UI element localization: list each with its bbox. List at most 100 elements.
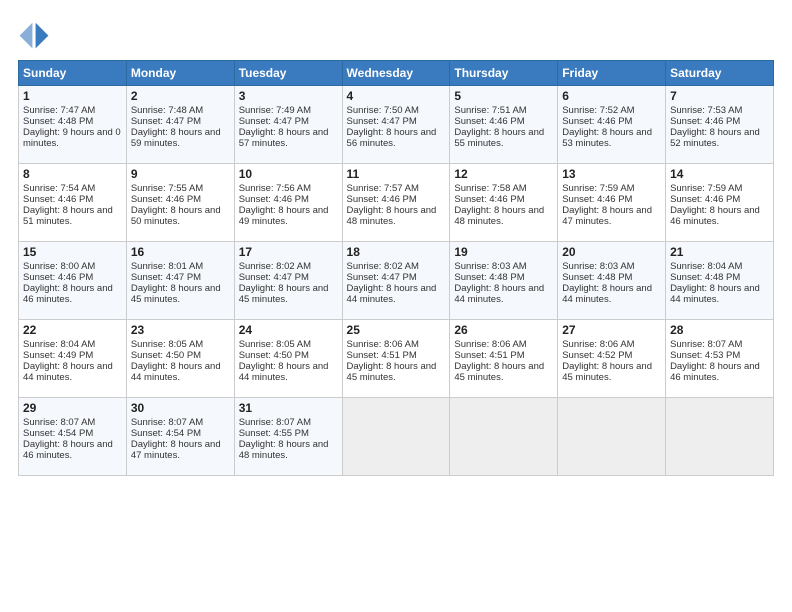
day-info: Sunrise: 8:07 AMSunset: 4:54 PMDaylight:…	[131, 417, 221, 461]
day-info: Sunrise: 8:07 AMSunset: 4:53 PMDaylight:…	[670, 339, 760, 383]
day-number: 26	[454, 323, 553, 337]
calendar-header-cell: Friday	[558, 61, 666, 86]
day-number: 24	[239, 323, 338, 337]
calendar-body: 1 Sunrise: 7:47 AMSunset: 4:48 PMDaylight…	[19, 86, 774, 476]
day-number: 25	[347, 323, 446, 337]
day-info: Sunrise: 8:02 AMSunset: 4:47 PMDaylight:…	[239, 261, 329, 305]
day-info: Sunrise: 8:06 AMSunset: 4:51 PMDaylight:…	[347, 339, 437, 383]
calendar-day-cell: 16 Sunrise: 8:01 AMSunset: 4:47 PMDayligh…	[126, 242, 234, 320]
day-number: 31	[239, 401, 338, 415]
logo-icon	[18, 18, 50, 50]
calendar-day-cell: 7 Sunrise: 7:53 AMSunset: 4:46 PMDaylight…	[666, 86, 774, 164]
calendar-day-cell: 22 Sunrise: 8:04 AMSunset: 4:49 PMDayligh…	[19, 320, 127, 398]
calendar-day-cell: 24 Sunrise: 8:05 AMSunset: 4:50 PMDayligh…	[234, 320, 342, 398]
logo	[18, 18, 54, 50]
day-info: Sunrise: 8:06 AMSunset: 4:51 PMDaylight:…	[454, 339, 544, 383]
day-number: 20	[562, 245, 661, 259]
day-info: Sunrise: 8:05 AMSunset: 4:50 PMDaylight:…	[239, 339, 329, 383]
day-number: 7	[670, 89, 769, 103]
calendar-day-cell: 13Sunrise: 7:59 AMSunset: 4:46 PMDayligh…	[558, 164, 666, 242]
calendar-day-cell: 31 Sunrise: 8:07 AMSunset: 4:55 PMDayligh…	[234, 398, 342, 476]
calendar-day-cell: 2Sunrise: 7:48 AMSunset: 4:47 PMDaylight…	[126, 86, 234, 164]
day-number: 3	[239, 89, 338, 103]
calendar-header-cell: Monday	[126, 61, 234, 86]
calendar-day-cell: 23Sunrise: 8:05 AMSunset: 4:50 PMDayligh…	[126, 320, 234, 398]
calendar-day-cell: 20 Sunrise: 8:03 AMSunset: 4:48 PMDayligh…	[558, 242, 666, 320]
day-number: 16	[131, 245, 230, 259]
day-info: Sunrise: 8:03 AMSunset: 4:48 PMDaylight:…	[454, 261, 544, 305]
day-info: Sunrise: 8:07 AMSunset: 4:55 PMDaylight:…	[239, 417, 329, 461]
day-info: Sunrise: 7:52 AMSunset: 4:46 PMDaylight:…	[562, 105, 652, 149]
day-info: Sunrise: 7:54 AMSunset: 4:46 PMDaylight:…	[23, 183, 113, 227]
day-info: Sunrise: 8:04 AMSunset: 4:49 PMDaylight:…	[23, 339, 113, 383]
calendar-day-cell: 27 Sunrise: 8:06 AMSunset: 4:52 PMDayligh…	[558, 320, 666, 398]
calendar-day-cell	[558, 398, 666, 476]
day-info: Sunrise: 8:05 AMSunset: 4:50 PMDaylight:…	[131, 339, 221, 383]
day-info: Sunrise: 7:57 AMSunset: 4:46 PMDaylight:…	[347, 183, 437, 227]
calendar-day-cell: 15 Sunrise: 8:00 AMSunset: 4:46 PMDayligh…	[19, 242, 127, 320]
day-number: 29	[23, 401, 122, 415]
calendar-day-cell: 3Sunrise: 7:49 AMSunset: 4:47 PMDaylight…	[234, 86, 342, 164]
day-info: Sunrise: 8:07 AMSunset: 4:54 PMDaylight:…	[23, 417, 113, 461]
calendar-day-cell: 21 Sunrise: 8:04 AMSunset: 4:48 PMDayligh…	[666, 242, 774, 320]
day-number: 11	[347, 167, 446, 181]
day-number: 28	[670, 323, 769, 337]
day-info: Sunrise: 7:50 AMSunset: 4:47 PMDaylight:…	[347, 105, 437, 149]
day-number: 6	[562, 89, 661, 103]
calendar-day-cell	[342, 398, 450, 476]
calendar-day-cell: 28 Sunrise: 8:07 AMSunset: 4:53 PMDayligh…	[666, 320, 774, 398]
page: SundayMondayTuesdayWednesdayThursdayFrid…	[0, 0, 792, 612]
calendar-day-cell: 12 Sunrise: 7:58 AMSunset: 4:46 PMDayligh…	[450, 164, 558, 242]
calendar-week-row: 15 Sunrise: 8:00 AMSunset: 4:46 PMDayligh…	[19, 242, 774, 320]
calendar-day-cell: 29 Sunrise: 8:07 AMSunset: 4:54 PMDayligh…	[19, 398, 127, 476]
day-number: 30	[131, 401, 230, 415]
day-number: 1	[23, 89, 122, 103]
calendar-day-cell	[666, 398, 774, 476]
day-number: 15	[23, 245, 122, 259]
calendar-day-cell: 8Sunrise: 7:54 AMSunset: 4:46 PMDaylight…	[19, 164, 127, 242]
calendar-day-cell: 4Sunrise: 7:50 AMSunset: 4:47 PMDaylight…	[342, 86, 450, 164]
calendar-header-cell: Wednesday	[342, 61, 450, 86]
day-info: Sunrise: 8:00 AMSunset: 4:46 PMDaylight:…	[23, 261, 113, 305]
day-number: 21	[670, 245, 769, 259]
day-info: Sunrise: 8:04 AMSunset: 4:48 PMDaylight:…	[670, 261, 760, 305]
header	[18, 18, 774, 50]
day-number: 17	[239, 245, 338, 259]
calendar-header-cell: Saturday	[666, 61, 774, 86]
day-number: 14	[670, 167, 769, 181]
calendar-header-cell: Tuesday	[234, 61, 342, 86]
day-number: 19	[454, 245, 553, 259]
calendar-day-cell: 1 Sunrise: 7:47 AMSunset: 4:48 PMDaylight…	[19, 86, 127, 164]
day-number: 22	[23, 323, 122, 337]
calendar-header-cell: Sunday	[19, 61, 127, 86]
day-info: Sunrise: 7:51 AMSunset: 4:46 PMDaylight:…	[454, 105, 544, 149]
calendar-day-cell: 25 Sunrise: 8:06 AMSunset: 4:51 PMDayligh…	[342, 320, 450, 398]
calendar-day-cell: 30 Sunrise: 8:07 AMSunset: 4:54 PMDayligh…	[126, 398, 234, 476]
day-info: Sunrise: 7:58 AMSunset: 4:46 PMDaylight:…	[454, 183, 544, 227]
day-number: 12	[454, 167, 553, 181]
day-number: 27	[562, 323, 661, 337]
day-number: 10	[239, 167, 338, 181]
calendar-day-cell: 26 Sunrise: 8:06 AMSunset: 4:51 PMDayligh…	[450, 320, 558, 398]
calendar-week-row: 1 Sunrise: 7:47 AMSunset: 4:48 PMDaylight…	[19, 86, 774, 164]
calendar-day-cell: 10 Sunrise: 7:56 AMSunset: 4:46 PMDayligh…	[234, 164, 342, 242]
calendar-header-row: SundayMondayTuesdayWednesdayThursdayFrid…	[19, 61, 774, 86]
day-number: 2	[131, 89, 230, 103]
day-number: 9	[131, 167, 230, 181]
day-number: 5	[454, 89, 553, 103]
calendar-week-row: 8Sunrise: 7:54 AMSunset: 4:46 PMDaylight…	[19, 164, 774, 242]
calendar-week-row: 22 Sunrise: 8:04 AMSunset: 4:49 PMDayligh…	[19, 320, 774, 398]
calendar-day-cell	[450, 398, 558, 476]
day-info: Sunrise: 8:02 AMSunset: 4:47 PMDaylight:…	[347, 261, 437, 305]
calendar-day-cell: 5 Sunrise: 7:51 AMSunset: 4:46 PMDaylight…	[450, 86, 558, 164]
day-info: Sunrise: 7:47 AMSunset: 4:48 PMDaylight:…	[23, 105, 121, 149]
day-info: Sunrise: 7:56 AMSunset: 4:46 PMDaylight:…	[239, 183, 329, 227]
day-info: Sunrise: 7:59 AMSunset: 4:46 PMDaylight:…	[670, 183, 760, 227]
calendar-week-row: 29 Sunrise: 8:07 AMSunset: 4:54 PMDayligh…	[19, 398, 774, 476]
day-info: Sunrise: 7:55 AMSunset: 4:46 PMDaylight:…	[131, 183, 221, 227]
day-info: Sunrise: 8:03 AMSunset: 4:48 PMDaylight:…	[562, 261, 652, 305]
day-info: Sunrise: 7:53 AMSunset: 4:46 PMDaylight:…	[670, 105, 760, 149]
calendar-day-cell: 19 Sunrise: 8:03 AMSunset: 4:48 PMDayligh…	[450, 242, 558, 320]
day-info: Sunrise: 8:06 AMSunset: 4:52 PMDaylight:…	[562, 339, 652, 383]
day-info: Sunrise: 8:01 AMSunset: 4:47 PMDaylight:…	[131, 261, 221, 305]
